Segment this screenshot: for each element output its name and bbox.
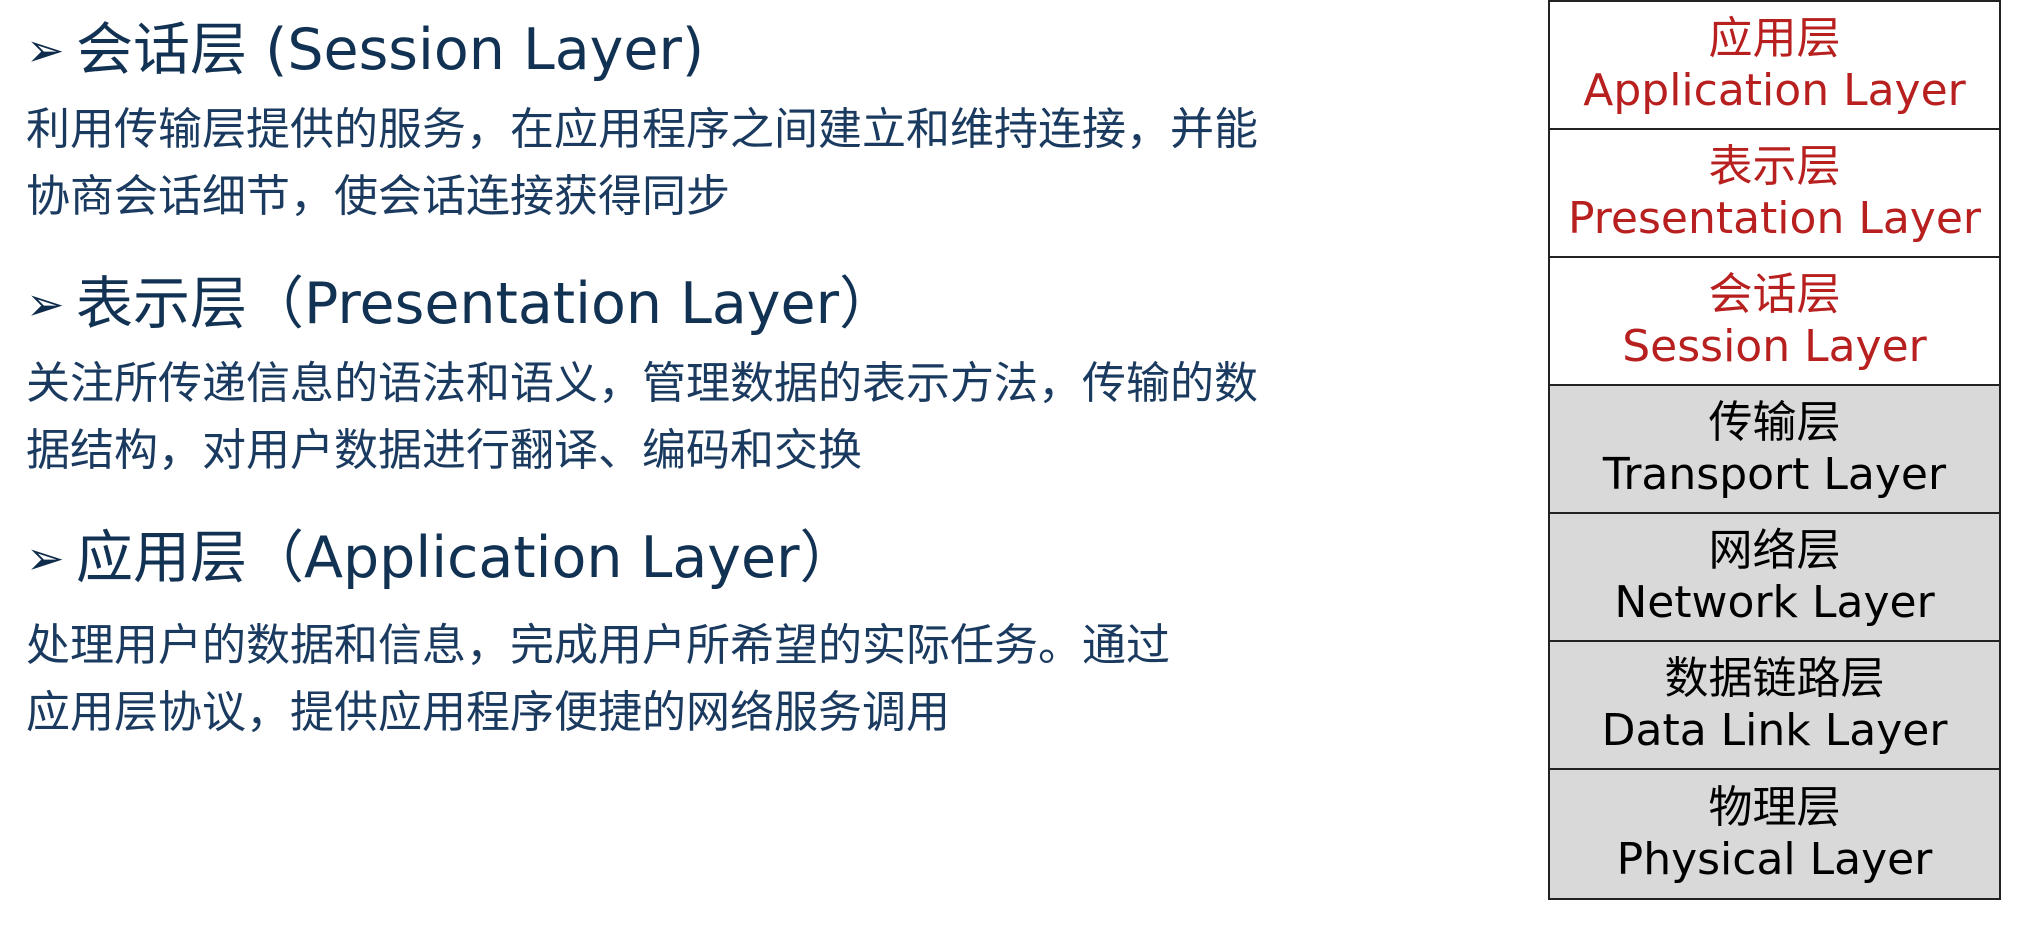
section-description: 处理用户的数据和信息，完成用户所希望的实际任务。通过 应用层协议，提供应用程序便… xyxy=(26,612,1346,746)
description-line: 关注所传递信息的语法和语义，管理数据的表示方法，传输的数 xyxy=(26,358,1258,409)
osi-layer-network: 网络层 Network Layer xyxy=(1550,514,1999,642)
section-description: 关注所传递信息的语法和语义，管理数据的表示方法，传输的数 据结构，对用户数据进行… xyxy=(26,350,1346,484)
arrow-bullet-icon: ➢ xyxy=(26,277,65,331)
osi-layer-application: 应用层 Application Layer xyxy=(1550,2,1999,130)
osi-layer-data-link: 数据链路层 Data Link Layer xyxy=(1550,642,1999,770)
layer-name-en: Data Link Layer xyxy=(1601,705,1948,756)
arrow-bullet-icon: ➢ xyxy=(26,531,65,585)
section-heading: ➢ 应用层（Application Layer） xyxy=(26,522,1356,594)
section-application: ➢ 应用层（Application Layer） 处理用户的数据和信息，完成用户… xyxy=(26,522,1356,746)
layer-name-en: Presentation Layer xyxy=(1568,193,1981,244)
layer-name-zh: 应用层 xyxy=(1708,13,1841,64)
description-line: 处理用户的数据和信息，完成用户所希望的实际任务。通过 xyxy=(26,620,1170,671)
layer-name-zh: 会话层 xyxy=(1708,269,1841,320)
layer-name-en: Network Layer xyxy=(1614,577,1935,628)
description-line: 应用层协议，提供应用程序便捷的网络服务调用 xyxy=(26,687,950,738)
layer-name-zh: 网络层 xyxy=(1708,525,1841,576)
arrow-bullet-icon: ➢ xyxy=(26,23,65,77)
heading-text: 会话层 (Session Layer) xyxy=(76,17,705,83)
layer-name-zh: 数据链路层 xyxy=(1664,653,1885,704)
heading-text: 应用层（Application Layer） xyxy=(76,525,857,591)
layer-name-zh: 传输层 xyxy=(1708,397,1841,448)
osi-layer-stack: 应用层 Application Layer 表示层 Presentation L… xyxy=(1548,0,2001,900)
layer-name-en: Application Layer xyxy=(1583,65,1966,116)
section-description: 利用传输层提供的服务，在应用程序之间建立和维持连接，并能 协商会话细节，使会话连… xyxy=(26,96,1346,230)
heading-text: 表示层（Presentation Layer） xyxy=(76,271,897,337)
section-presentation: ➢ 表示层（Presentation Layer） 关注所传递信息的语法和语义，… xyxy=(26,268,1356,484)
description-line: 协商会话细节，使会话连接获得同步 xyxy=(26,171,730,222)
layer-name-en: Session Layer xyxy=(1622,321,1927,372)
osi-layer-transport: 传输层 Transport Layer xyxy=(1550,386,1999,514)
description-line: 利用传输层提供的服务，在应用程序之间建立和维持连接，并能 xyxy=(26,104,1258,155)
osi-layer-physical: 物理层 Physical Layer xyxy=(1550,770,1999,898)
layer-name-en: Physical Layer xyxy=(1616,834,1933,885)
layer-name-zh: 表示层 xyxy=(1708,141,1841,192)
section-session: ➢ 会话层 (Session Layer) 利用传输层提供的服务，在应用程序之间… xyxy=(26,14,1356,230)
layer-name-zh: 物理层 xyxy=(1708,782,1841,833)
osi-layer-presentation: 表示层 Presentation Layer xyxy=(1550,130,1999,258)
section-heading: ➢ 会话层 (Session Layer) xyxy=(26,14,1356,86)
layer-name-en: Transport Layer xyxy=(1602,449,1947,500)
osi-layer-session: 会话层 Session Layer xyxy=(1550,258,1999,386)
description-line: 据结构，对用户数据进行翻译、编码和交换 xyxy=(26,425,862,476)
section-heading: ➢ 表示层（Presentation Layer） xyxy=(26,268,1356,340)
